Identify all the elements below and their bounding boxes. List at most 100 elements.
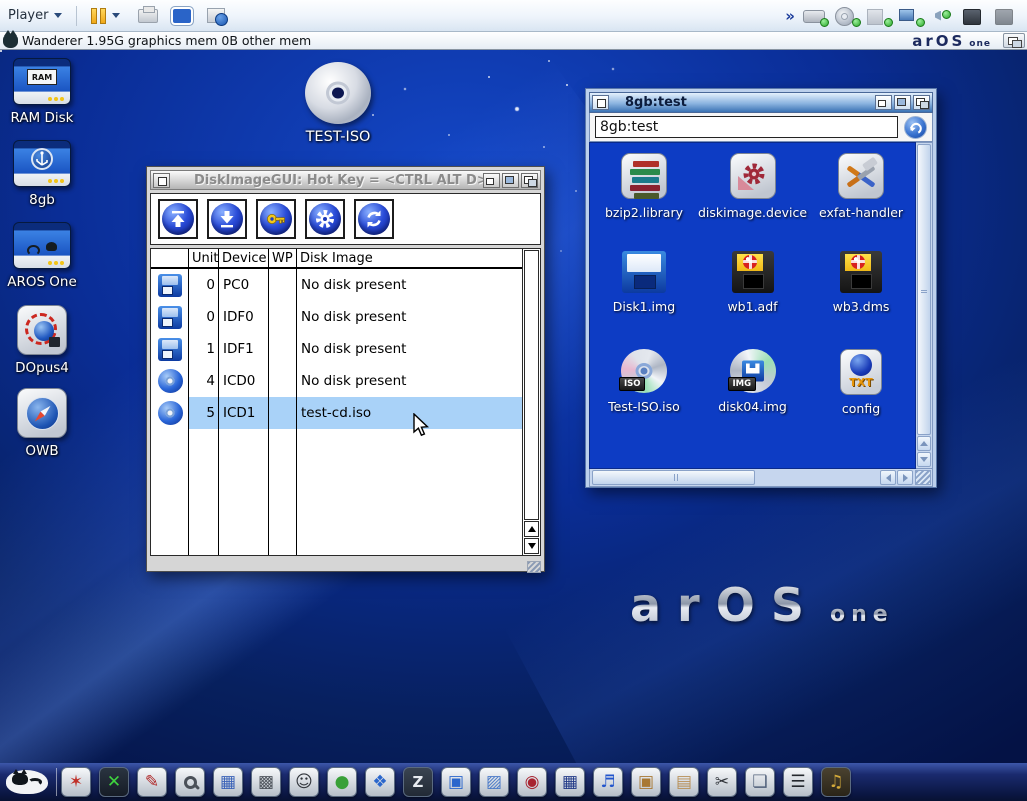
desktop-icon-test-iso[interactable]: TEST-ISO — [295, 62, 381, 145]
scroll-right-button[interactable] — [897, 470, 913, 485]
file-disk1-img[interactable]: Disk1.img — [590, 247, 698, 345]
audio-icon[interactable] — [931, 7, 955, 25]
dock-text-editor[interactable]: ✎ — [137, 767, 167, 797]
dock-wallpaper-prefs[interactable]: ▨ — [479, 767, 509, 797]
iconify-gadget[interactable] — [483, 173, 500, 188]
dock-screen-mode-prefs[interactable]: ▣ — [441, 767, 471, 797]
dock-zune-prefs[interactable]: Z — [403, 767, 433, 797]
close-gadget[interactable] — [153, 173, 170, 188]
scrollbar-thumb[interactable] — [592, 470, 755, 485]
scroll-up-button[interactable] — [524, 521, 539, 537]
zoom-gadget[interactable] — [894, 95, 911, 110]
spreadsheet-icon: ▦ — [562, 772, 578, 792]
magnifier-icon — [184, 776, 197, 789]
columns-toggle-button[interactable] — [83, 3, 128, 29]
cdrom-icon[interactable] — [835, 7, 859, 25]
dock-document-viewer[interactable]: ❏ — [745, 767, 775, 797]
file-wb1-adf[interactable]: wb1.adf — [698, 247, 807, 345]
dock-video-editor[interactable]: ☰ — [783, 767, 813, 797]
radio-icon: ♫ — [828, 772, 843, 792]
resize-grip[interactable] — [527, 561, 541, 573]
device-icon[interactable] — [963, 7, 987, 25]
screen-expand-button[interactable] — [168, 3, 196, 29]
device-list-scrollbar[interactable] — [522, 249, 540, 555]
file-bzip2-library[interactable]: bzip2.library — [590, 149, 698, 247]
parent-dir-button[interactable] — [904, 116, 927, 139]
file-config[interactable]: TXT config — [807, 345, 915, 443]
device-row-idf1[interactable]: 1 IDF1 No disk present — [151, 333, 522, 365]
zoom-gadget[interactable] — [502, 173, 519, 188]
dock-network-prefs[interactable]: ❖ — [365, 767, 395, 797]
device-row-idf0[interactable]: 0 IDF0 No disk present — [151, 301, 522, 333]
dock-directory-opus[interactable]: ✶ — [61, 767, 91, 797]
resize-grip[interactable] — [915, 470, 931, 485]
path-input[interactable] — [595, 116, 898, 138]
vertical-scrollbar[interactable] — [916, 142, 933, 469]
desktop-icon-owb[interactable]: OWB — [16, 388, 68, 459]
file-exfat-handler[interactable]: exfat-handler — [807, 149, 915, 247]
network-icon[interactable] — [899, 7, 923, 25]
volume-file-area[interactable]: bzip2.library diskimage.device exfat-han… — [589, 142, 916, 469]
scrollbar-track[interactable] — [590, 469, 880, 486]
file-label: diskimage.device — [698, 205, 807, 220]
iconify-gadget[interactable] — [875, 95, 892, 110]
file-label: Test-ISO.iso — [608, 399, 680, 414]
depth-gadget[interactable] — [521, 173, 538, 188]
scroll-up-button[interactable] — [917, 436, 931, 451]
insert-button[interactable] — [207, 199, 247, 239]
desktop-icon-aros-one[interactable]: AROS One — [4, 222, 80, 290]
diskimagegui-window: DiskImageGUI: Hot Key = <CTRL ALT D> Uni… — [146, 166, 545, 572]
file-test-iso[interactable]: ISO Test-ISO.iso — [590, 345, 698, 443]
player-menu[interactable]: Player — [0, 3, 70, 29]
dock-internet-radio[interactable]: ♫ — [821, 767, 851, 797]
film-icon: ☰ — [790, 772, 805, 792]
dock-audio-prefs[interactable]: ♬ — [593, 767, 623, 797]
dock-chat[interactable]: ● — [327, 767, 357, 797]
desktop-icon-8gb[interactable]: 8gb — [13, 140, 71, 208]
dock-archiver[interactable]: ▤ — [669, 767, 699, 797]
device-dim-icon[interactable] — [995, 7, 1019, 25]
scrollbar-thumb[interactable] — [524, 250, 539, 520]
column-header-unit: Unit — [189, 249, 219, 267]
screen-titlebar[interactable]: Wanderer 1.95G graphics mem 0B other mem… — [0, 32, 1027, 50]
horizontal-scrollbar[interactable] — [589, 469, 933, 487]
device-row-pc0[interactable]: 0 PC0 No disk present — [151, 269, 522, 301]
aros-start-menu[interactable] — [2, 765, 52, 799]
dock-calculator[interactable]: ▩ — [251, 767, 281, 797]
dock-media-player[interactable]: ◉ — [517, 767, 547, 797]
dock-snoopy-game[interactable]: ☺ — [289, 767, 319, 797]
device-row-icd0[interactable]: 4 ICD0 No disk present — [151, 365, 522, 397]
print-button[interactable] — [134, 3, 162, 29]
window-info-button[interactable] — [202, 3, 230, 29]
depth-gadget[interactable] — [913, 95, 930, 110]
file-wb3-dms[interactable]: wb3.dms — [807, 247, 915, 345]
dock-image-editor[interactable]: ✂ — [707, 767, 737, 797]
close-gadget[interactable] — [592, 95, 609, 110]
desktop-icon-dopus4[interactable]: DOpus4 — [9, 305, 75, 376]
settings-button[interactable] — [305, 199, 345, 239]
dock-spreadsheet[interactable]: ▦ — [555, 767, 585, 797]
write-protect-button[interactable] — [256, 199, 296, 239]
file-diskimage-device[interactable]: diskimage.device — [698, 149, 807, 247]
scroll-down-button[interactable] — [917, 452, 931, 467]
txt-badge: TXT — [849, 376, 873, 389]
file-label: Disk1.img — [613, 299, 675, 314]
scroll-left-button[interactable] — [880, 470, 896, 485]
volume-window-titlebar[interactable]: 8gb:test — [589, 92, 933, 113]
scroll-down-button[interactable] — [524, 538, 539, 554]
refresh-button[interactable] — [354, 199, 394, 239]
dock-calendar-clock[interactable]: ▦ — [213, 767, 243, 797]
tray-overflow-button[interactable]: » — [785, 7, 795, 25]
eject-button[interactable] — [158, 199, 198, 239]
floppy-icon[interactable] — [867, 7, 891, 25]
screen-depth-gadget[interactable] — [1003, 33, 1025, 48]
desktop-icon-ram-disk[interactable]: RAM RAM Disk — [6, 58, 78, 126]
harddisk-icon[interactable] — [803, 7, 827, 25]
scrollbar-thumb[interactable] — [917, 144, 931, 435]
dock-shell[interactable]: ✕ — [99, 767, 129, 797]
file-disk04-img[interactable]: IMG disk04.img — [698, 345, 807, 443]
device-row-icd1-selected[interactable]: 5 ICD1 test-cd.iso — [151, 397, 522, 429]
dock-search[interactable] — [175, 767, 205, 797]
dock-package-manager[interactable]: ▣ — [631, 767, 661, 797]
diskimagegui-titlebar[interactable]: DiskImageGUI: Hot Key = <CTRL ALT D> — [150, 170, 541, 190]
